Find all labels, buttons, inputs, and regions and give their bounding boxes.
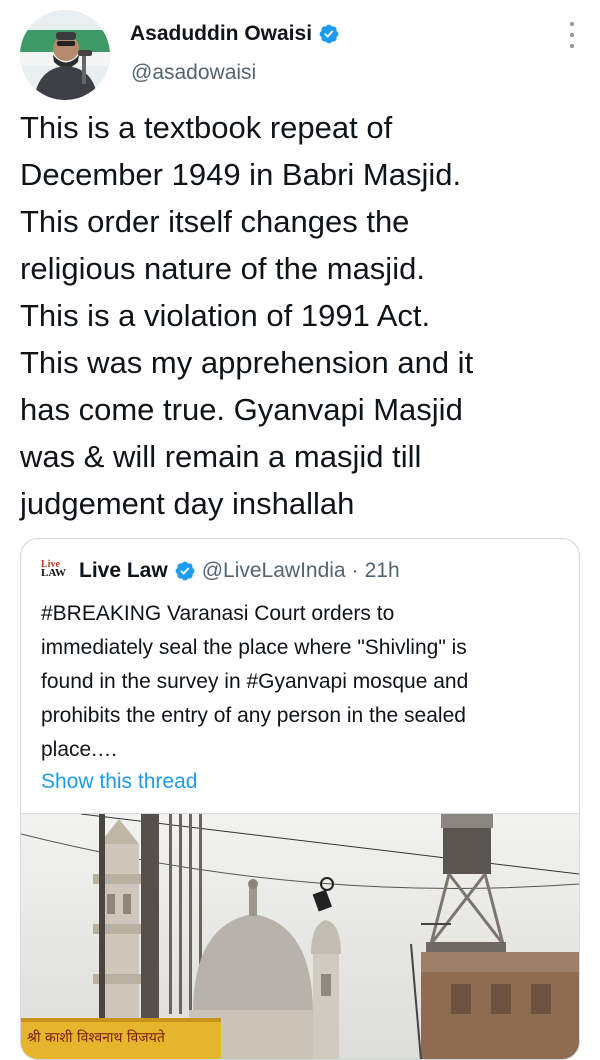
quoted-text-line: found in the survey in #Gyanvapi mosque … bbox=[41, 670, 469, 693]
tweet-text: This is a textbook repeat of December 19… bbox=[20, 104, 588, 527]
verified-badge-icon bbox=[175, 561, 195, 581]
quoted-text-line: prohibits the entry of any person in the… bbox=[41, 704, 466, 727]
verified-badge-icon bbox=[319, 24, 339, 44]
quoted-tweet-card[interactable]: Live LAW Live Law @LiveLawIndia · 21h #B… bbox=[20, 538, 580, 1060]
mosque-photo bbox=[21, 813, 579, 1059]
quoted-tweet-text: #BREAKING Varanasi Court orders to immed… bbox=[41, 597, 566, 767]
quoted-text-line: place.… bbox=[41, 738, 119, 761]
tweet-line: has come true. Gyanvapi Masjid bbox=[20, 392, 463, 427]
quoted-tweet-header: Live LAW Live Law @LiveLawIndia · 21h bbox=[41, 559, 569, 583]
tweet-line: This order itself changes the bbox=[20, 204, 410, 239]
tweet-line: religious nature of the masjid. bbox=[20, 251, 425, 286]
author-name[interactable]: Asaduddin Owaisi bbox=[130, 22, 340, 46]
tweet-line: was & will remain a masjid till bbox=[20, 439, 422, 474]
quoted-tweet-photo[interactable]: श्री काशी विश्वनाथ विजयते bbox=[21, 813, 579, 1059]
author-handle[interactable]: @asadowaisi bbox=[131, 61, 256, 85]
quoted-author-handle[interactable]: @LiveLawIndia bbox=[202, 559, 346, 583]
tweet-line: December 1949 in Babri Masjid. bbox=[20, 157, 462, 192]
show-thread-link[interactable]: Show this thread bbox=[41, 770, 197, 794]
more-options-icon[interactable] bbox=[566, 22, 578, 48]
quoted-author-name[interactable]: Live Law bbox=[79, 559, 168, 583]
avatar-photo bbox=[20, 10, 110, 100]
author-avatar[interactable] bbox=[20, 10, 110, 100]
tweet-line: This was my apprehension and it bbox=[20, 345, 474, 380]
tweet-line: This is a textbook repeat of bbox=[20, 110, 393, 145]
quoted-tweet-time[interactable]: 21h bbox=[365, 559, 400, 583]
temple-sign-text: श्री काशी विश्वनाथ विजयते bbox=[27, 1030, 165, 1046]
quoted-text-line: immediately seal the place where "Shivli… bbox=[41, 636, 467, 659]
author-name-text: Asaduddin Owaisi bbox=[130, 22, 313, 45]
livelaw-logo-icon: Live LAW bbox=[41, 559, 67, 579]
tweet-line: This is a violation of 1991 Act. bbox=[20, 298, 431, 333]
tweet-line: judgement day inshallah bbox=[20, 486, 355, 521]
separator-dot: · bbox=[351, 559, 359, 582]
quoted-text-line: #BREAKING Varanasi Court orders to bbox=[41, 602, 395, 625]
